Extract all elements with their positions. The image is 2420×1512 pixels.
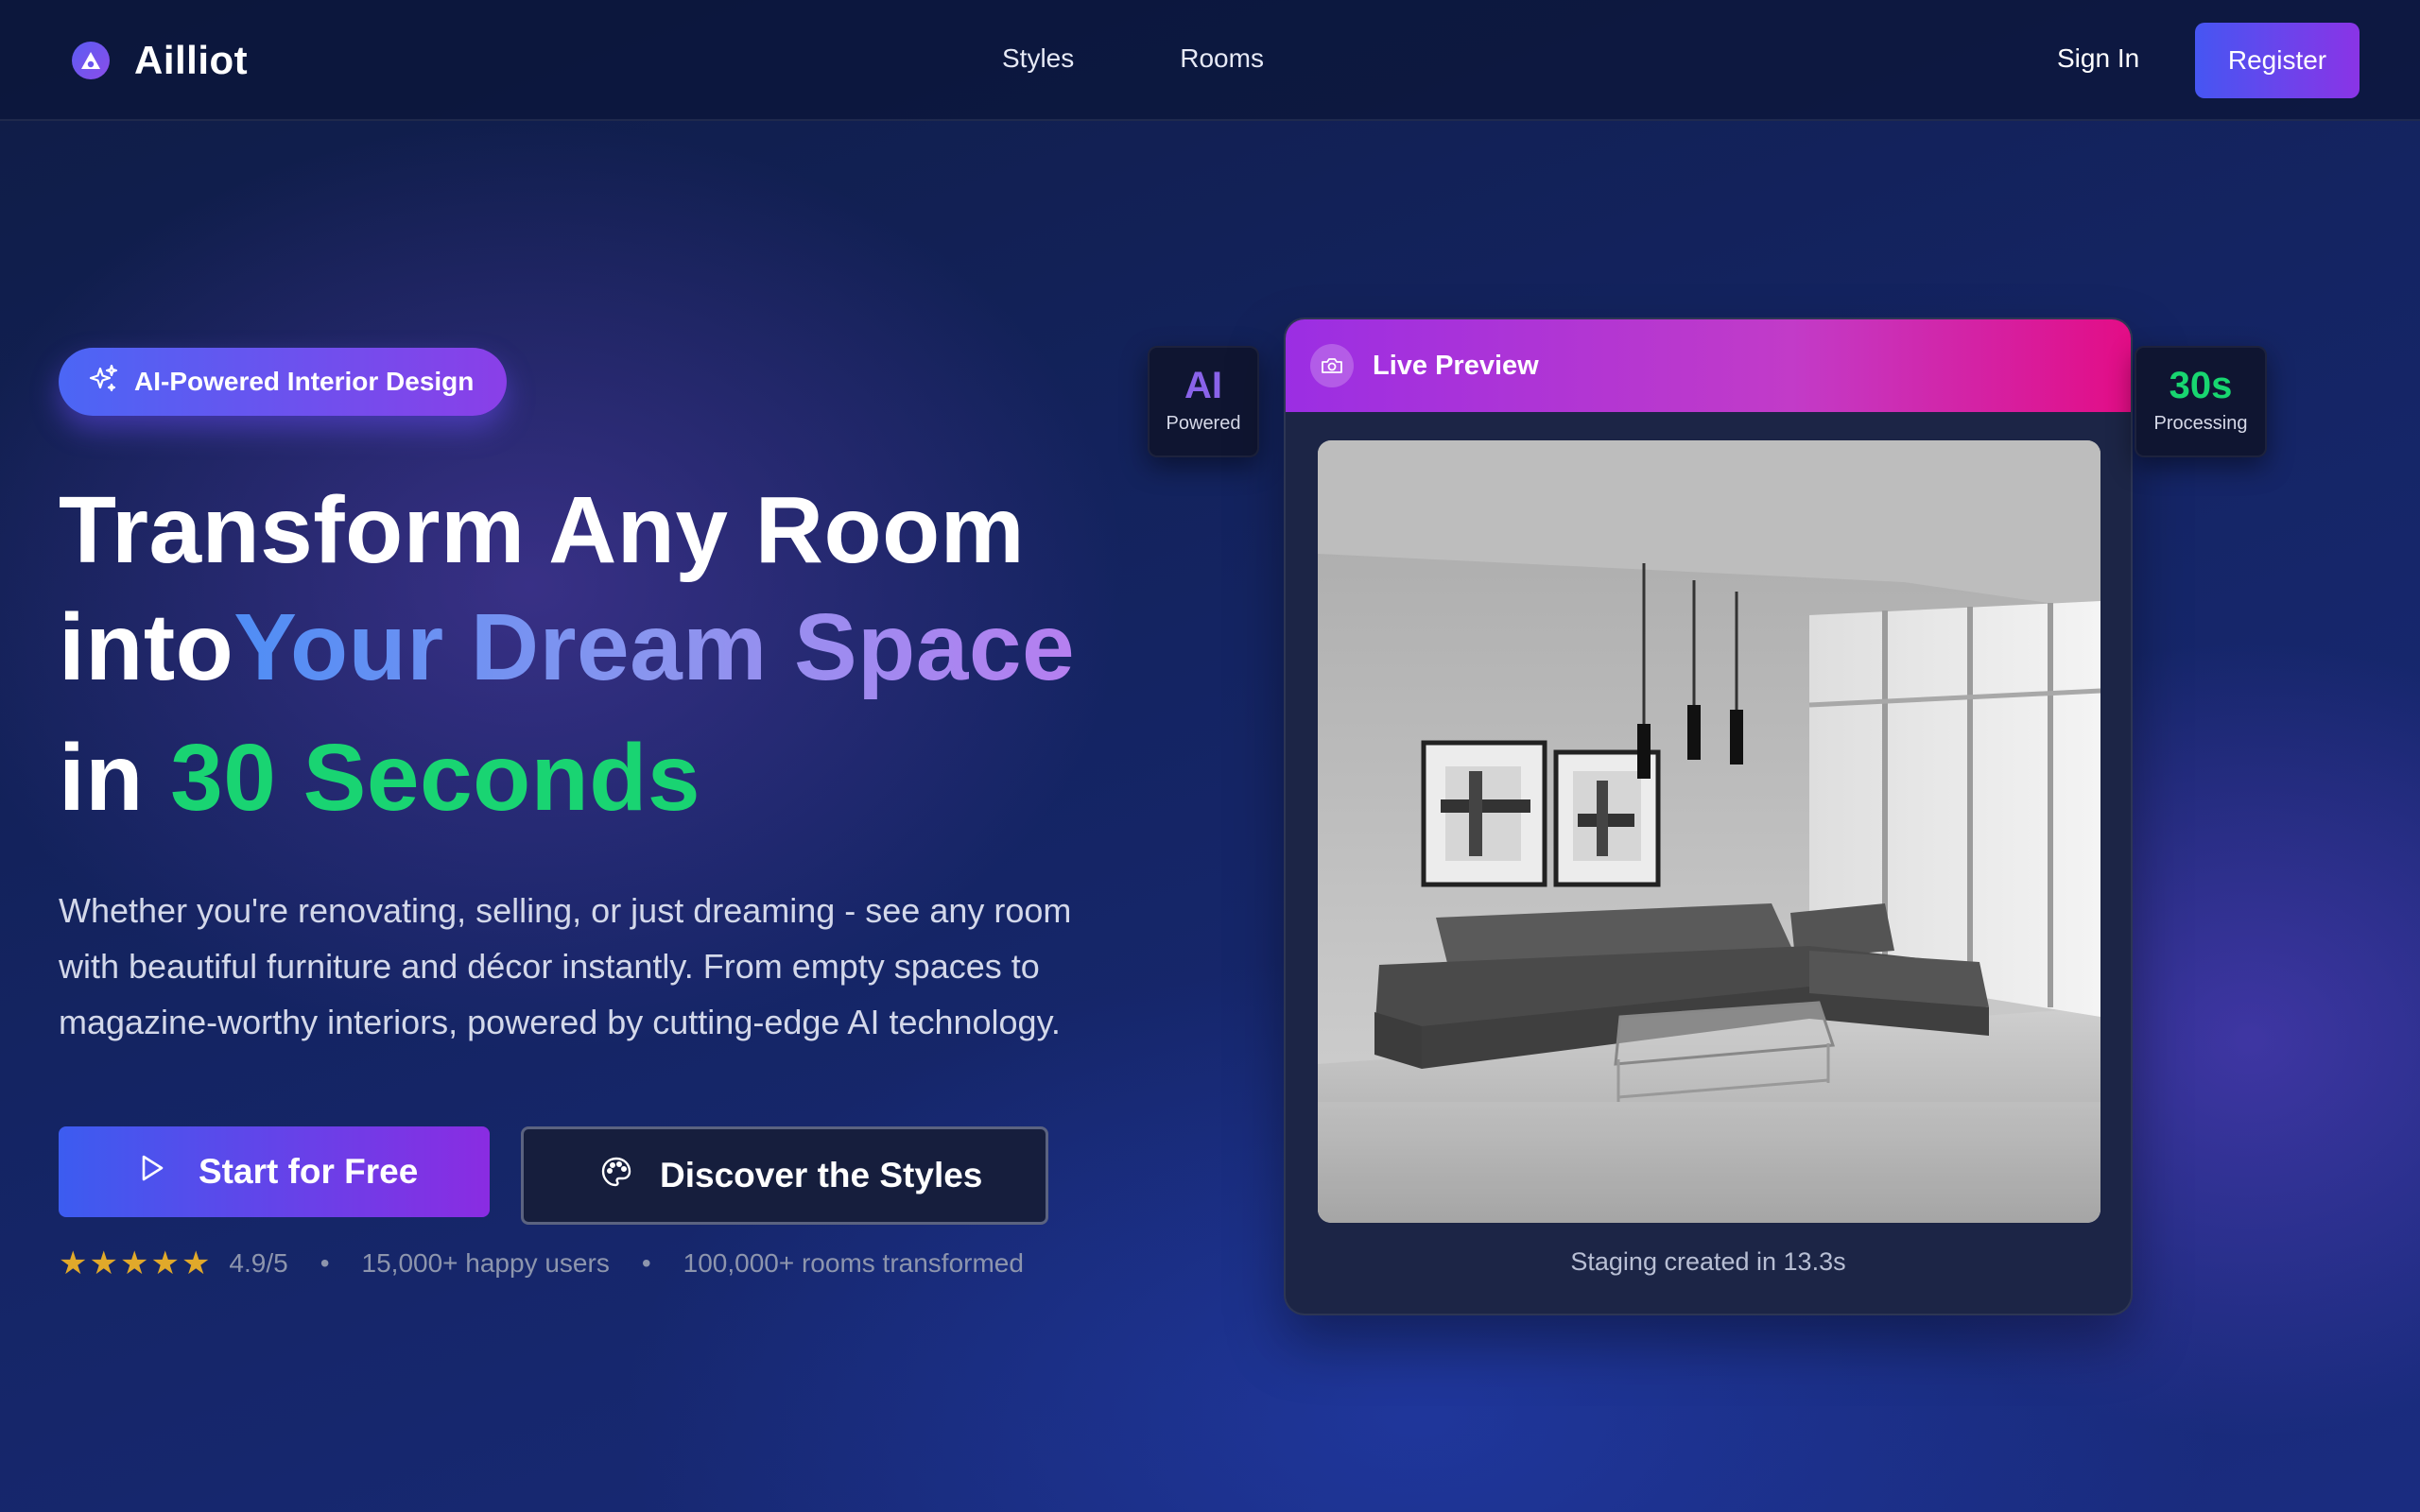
happy-users-count: 15,000+ happy users — [361, 1248, 610, 1278]
headline-30-seconds: 30 Seconds — [170, 725, 700, 831]
discover-styles-label: Discover the Styles — [660, 1156, 983, 1194]
top-navbar: Ailliot Styles Rooms Sign In Register — [0, 0, 2420, 121]
staging-time-caption: Staging created in 13.3s — [1570, 1247, 1846, 1276]
discover-styles-button[interactable]: Discover the Styles — [521, 1126, 1048, 1225]
star-icon: ★ — [59, 1246, 88, 1281]
ailliot-logo-icon — [72, 42, 110, 79]
live-preview-card: Live Preview Staging created in 13.3s — [1284, 318, 2133, 1315]
ai-powered-badge: AI Powered — [1148, 346, 1259, 457]
star-icon: ★ — [181, 1246, 211, 1281]
star-rating: ★ ★ ★ ★ ★ — [59, 1247, 212, 1280]
rating-score: 4.9/5 — [229, 1248, 288, 1278]
staged-room-image — [1318, 440, 2100, 1223]
headline-into: into — [59, 594, 234, 700]
hero-headline: Transform Any Room intoYour Dream Space … — [59, 472, 1075, 837]
palette-icon — [599, 1155, 660, 1197]
headline-in: in — [59, 725, 171, 831]
headline-line-1: Transform Any Room — [59, 477, 1026, 583]
separator-dot: • — [320, 1248, 330, 1278]
processing-time-value: 30s — [2169, 365, 2233, 406]
rooms-transformed-count: 100,000+ rooms transformed — [683, 1248, 1024, 1278]
sign-in-link[interactable]: Sign In — [2057, 43, 2139, 74]
nav-link-rooms[interactable]: Rooms — [1180, 43, 1264, 74]
rating-row: ★ ★ ★ ★ ★ 4.9/5 • 15,000+ happy users • … — [59, 1247, 1024, 1280]
headline-line-3: in 30 Seconds — [59, 720, 1075, 837]
start-for-free-label: Start for Free — [199, 1152, 419, 1191]
hero-badge-label: AI-Powered Interior Design — [134, 367, 475, 396]
separator-dot: • — [641, 1248, 651, 1278]
start-for-free-button[interactable]: Start for Free — [59, 1126, 490, 1217]
hero-badge: AI-Powered Interior Design — [59, 348, 507, 416]
headline-dream-space: Your Dream Space — [233, 594, 1076, 700]
hero-description: Whether you're renovating, selling, or j… — [59, 891, 1072, 1041]
processing-time-label: Processing — [2153, 413, 2248, 434]
play-icon — [138, 1152, 199, 1192]
ai-powered-label: Powered — [1166, 413, 1241, 434]
star-icon: ★ — [119, 1246, 149, 1281]
live-preview-title: Live Preview — [1373, 350, 1539, 381]
live-preview-header: Live Preview — [1286, 319, 2131, 412]
headline-line-2: intoYour Dream Space — [59, 590, 1075, 707]
star-icon: ★ — [89, 1246, 118, 1281]
brand-name: Ailliot — [134, 38, 249, 82]
sparkles-icon — [87, 363, 134, 402]
processing-time-badge: 30s Processing — [2135, 346, 2267, 457]
star-icon: ★ — [150, 1246, 180, 1281]
brand-logo[interactable]: Ailliot — [72, 38, 248, 83]
nav-link-styles[interactable]: Styles — [1002, 43, 1074, 74]
ai-powered-value: AI — [1184, 365, 1222, 406]
camera-icon — [1310, 344, 1354, 387]
main-nav: Styles Rooms — [1002, 43, 1370, 74]
register-button[interactable]: Register — [2195, 23, 2360, 98]
